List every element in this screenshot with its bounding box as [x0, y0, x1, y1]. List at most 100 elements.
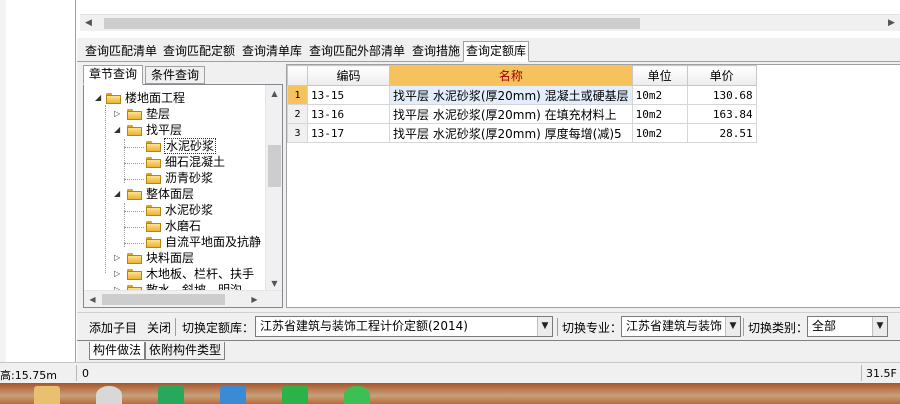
tree-item-label: 自流平地面及抗静 — [165, 235, 262, 249]
blue-app-icon[interactable] — [220, 386, 246, 404]
scroll-right-icon[interactable]: ▶ — [246, 291, 263, 307]
table-row[interactable]: 2 13-16 找平层 水泥砂浆(厚20mm) 在填充材料上 10m2 163.… — [287, 104, 757, 124]
row-number: 1 — [287, 85, 308, 105]
folder-icon[interactable] — [34, 386, 60, 404]
scroll-up-icon[interactable]: ▲ — [266, 85, 282, 102]
expanded-arrow-icon[interactable]: ◢ — [114, 186, 124, 202]
tree-item-label: 垫层 — [146, 107, 171, 121]
cell-name[interactable]: 找平层 水泥砂浆(厚20mm) 厚度每增(减)5 — [389, 123, 633, 143]
status-height: 高:15.75m — [0, 369, 57, 382]
tree-item[interactable]: 细石混凝土 — [84, 154, 264, 170]
green-chat-icon[interactable] — [282, 386, 308, 404]
status-bar: 高:15.75m 0 31.5F — [0, 362, 900, 383]
tree-item-label: 整体面层 — [146, 187, 195, 201]
tree-item[interactable]: 水磨石 — [84, 218, 264, 234]
collapsed-arrow-icon[interactable]: ▷ — [114, 106, 124, 122]
scroll-thumb[interactable] — [104, 18, 640, 29]
open-folder-icon — [127, 125, 142, 136]
cell-unit[interactable]: 10m2 — [631, 123, 688, 143]
chevron-down-icon[interactable]: ▼ — [725, 317, 740, 336]
column-header-code[interactable]: 编码 — [307, 65, 390, 86]
row-number: 3 — [287, 123, 308, 143]
cell-price[interactable]: 130.68 — [686, 85, 757, 105]
cell-code[interactable]: 13-17 — [307, 123, 390, 143]
type-select[interactable]: 全部 ▼ — [807, 316, 888, 337]
chevron-down-icon[interactable]: ▼ — [872, 317, 887, 336]
tree-item[interactable]: ▷ 木地板、栏杆、扶手 — [84, 266, 264, 282]
tab-query-measures[interactable]: 查询措施 — [410, 42, 462, 60]
column-header-price[interactable]: 单价 — [686, 65, 757, 86]
tree-item[interactable]: ◢ 找平层 — [84, 122, 264, 138]
tab-query-match-external-list[interactable]: 查询匹配外部清单 — [307, 42, 407, 60]
major-select[interactable]: 江苏省建筑与装饰 ▼ — [621, 316, 741, 337]
chapter-tree[interactable]: ◢ 楼地面工程 ▷ 垫层 ◢ 找平层 水泥砂浆 细石混凝土 沥青砂浆 ◢ 整体面… — [83, 84, 283, 308]
scroll-thumb[interactable] — [102, 294, 225, 305]
tree-item[interactable]: ◢ 楼地面工程 — [84, 90, 264, 106]
status-value: 0 — [82, 367, 89, 380]
quota-library-select[interactable]: 江苏省建筑与装饰工程计价定额(2014) ▼ — [255, 316, 553, 337]
folder-icon — [146, 157, 161, 168]
column-header-unit[interactable]: 单位 — [631, 65, 688, 86]
tree-item[interactable]: ▷ 垫层 — [84, 106, 264, 122]
chevron-down-icon[interactable]: ▼ — [537, 317, 552, 336]
tab-query-match-quota[interactable]: 查询匹配定额 — [161, 42, 237, 60]
major-value: 江苏省建筑与装饰 — [626, 319, 723, 333]
collapsed-arrow-icon[interactable]: ▷ — [114, 250, 124, 266]
tree-item[interactable]: ▷ 块料面层 — [84, 250, 264, 266]
scroll-left-icon[interactable]: ◀ — [84, 291, 101, 307]
cell-code[interactable]: 13-16 — [307, 104, 390, 124]
cell-name[interactable]: 找平层 水泥砂浆(厚20mm) 在填充材料上 — [389, 104, 633, 124]
cell-unit[interactable]: 10m2 — [631, 104, 688, 124]
bottom-tab-bar: 构件做法 依附构件类型 — [77, 340, 900, 362]
cell-price[interactable]: 163.84 — [686, 104, 757, 124]
quota-table: 编码 名称 单位 单价 1 13-15 找平层 水泥砂浆(厚20mm) 混凝土或… — [286, 64, 900, 308]
left-panel-strip — [0, 0, 76, 362]
tab-component-method[interactable]: 构件做法 — [89, 342, 146, 360]
tree-item[interactable]: ◢ 整体面层 — [84, 186, 264, 202]
close-button[interactable]: 关闭 — [147, 319, 171, 336]
top-horizontal-scrollbar[interactable]: ◀ ▶ — [80, 14, 900, 31]
cell-unit[interactable]: 10m2 — [631, 85, 688, 105]
tab-chapter-query[interactable]: 章节查询 — [83, 65, 144, 85]
tree-vertical-scrollbar[interactable]: ▲ ▼ — [265, 85, 282, 292]
tree-item-label: 木地板、栏杆、扶手 — [146, 267, 255, 281]
app-icon[interactable] — [96, 386, 122, 404]
cell-code[interactable]: 13-15 — [307, 85, 390, 105]
row-number: 2 — [287, 104, 308, 124]
green-app-icon[interactable] — [158, 386, 184, 404]
expanded-arrow-icon[interactable]: ◢ — [95, 90, 105, 106]
tree-horizontal-scrollbar[interactable]: ◀ ▶ — [84, 290, 282, 307]
cell-name[interactable]: 找平层 水泥砂浆(厚20mm) 混凝土或硬基层 — [389, 85, 633, 105]
green-refresh-icon[interactable] — [344, 386, 370, 404]
folder-icon — [127, 109, 142, 120]
tab-query-quota-library[interactable]: 查询定额库 — [463, 41, 530, 62]
tree-item[interactable]: 水泥砂浆 — [84, 202, 264, 218]
tab-attached-component-type[interactable]: 依附构件类型 — [145, 342, 226, 360]
status-divider — [76, 365, 77, 381]
scroll-right-icon[interactable]: ▶ — [883, 15, 900, 32]
scroll-left-icon[interactable]: ◀ — [80, 15, 97, 32]
cell-price[interactable]: 28.51 — [686, 123, 757, 143]
tree-item[interactable]: 自流平地面及抗静 — [84, 234, 264, 250]
open-folder-icon — [146, 141, 161, 152]
column-header-name[interactable]: 名称 — [389, 65, 633, 86]
tree-item-label: 细石混凝土 — [165, 155, 226, 169]
left-tab-bar: 章节查询 条件查询 — [83, 65, 283, 85]
collapsed-arrow-icon[interactable]: ▷ — [114, 266, 124, 282]
query-tab-bar: 查询匹配清单 查询匹配定额 查询清单库 查询匹配外部清单 查询措施 查询定额库 — [77, 38, 900, 62]
add-child-button[interactable]: 添加子目 — [89, 319, 137, 336]
toolbar-divider — [743, 318, 744, 336]
table-row[interactable]: 1 13-15 找平层 水泥砂浆(厚20mm) 混凝土或硬基层 10m2 130… — [287, 85, 757, 105]
tab-query-match-list[interactable]: 查询匹配清单 — [83, 42, 159, 60]
tab-query-list-library[interactable]: 查询清单库 — [240, 42, 304, 60]
expanded-arrow-icon[interactable]: ◢ — [114, 122, 124, 138]
scroll-thumb[interactable] — [268, 145, 281, 187]
taskbar — [0, 383, 900, 404]
row-number-header — [287, 65, 308, 86]
table-row[interactable]: 3 13-17 找平层 水泥砂浆(厚20mm) 厚度每增(减)5 10m2 28… — [287, 123, 757, 143]
tree-item-selected[interactable]: 水泥砂浆 — [84, 138, 264, 154]
tab-condition-query[interactable]: 条件查询 — [145, 66, 206, 84]
tree-item-label: 水泥砂浆 — [164, 138, 217, 154]
tree-item[interactable]: 沥青砂浆 — [84, 170, 264, 186]
switch-library-label: 切换定额库： — [182, 321, 255, 335]
